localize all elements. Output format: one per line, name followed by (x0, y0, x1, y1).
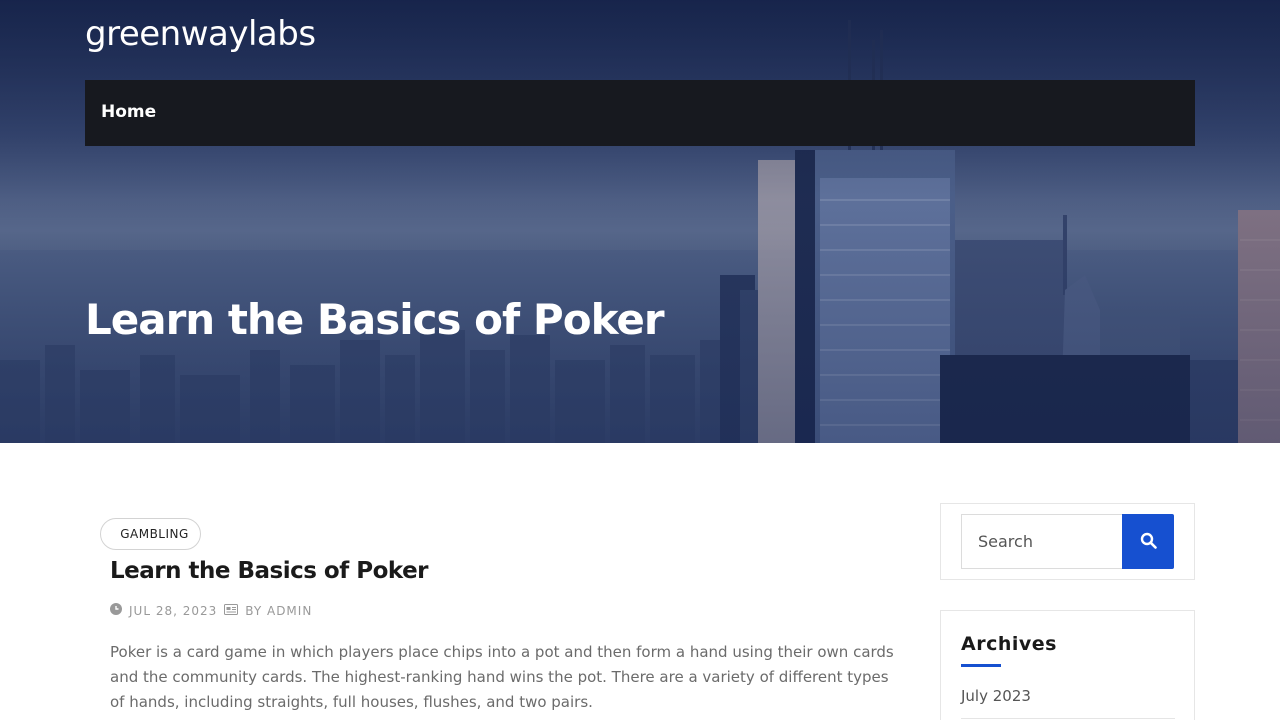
search-button[interactable] (1122, 514, 1174, 569)
archive-item-july-2023[interactable]: July 2023 (961, 687, 1031, 705)
archives-title-underline (961, 664, 1001, 667)
clock-icon (110, 603, 122, 618)
post-excerpt: Poker is a card game in which players pl… (110, 643, 894, 711)
hero-title: Learn the Basics of Poker (85, 295, 665, 344)
archive-divider (961, 718, 1175, 719)
author-icon (224, 603, 239, 618)
site-title[interactable]: greenwaylabs (85, 14, 316, 54)
hero-overlay (0, 0, 1280, 443)
main-navbar: Home (85, 80, 1195, 146)
search-input[interactable] (961, 514, 1123, 569)
archives-widget: Archives July 2023 (940, 610, 1195, 720)
post-meta: JUL 28, 2023 BY ADMIN (110, 603, 312, 618)
category-badge[interactable]: GAMBLING (100, 518, 201, 550)
search-icon (1140, 532, 1157, 552)
post-date[interactable]: JUL 28, 2023 (129, 604, 217, 618)
hero-banner: greenwaylabs Home Learn the Basics of Po… (0, 0, 1280, 443)
search-widget (940, 503, 1195, 580)
nav-item-home[interactable]: Home (101, 102, 156, 122)
post-title[interactable]: Learn the Basics of Poker (110, 558, 429, 584)
archives-title: Archives (961, 633, 1057, 655)
post-author[interactable]: BY ADMIN (245, 604, 312, 618)
